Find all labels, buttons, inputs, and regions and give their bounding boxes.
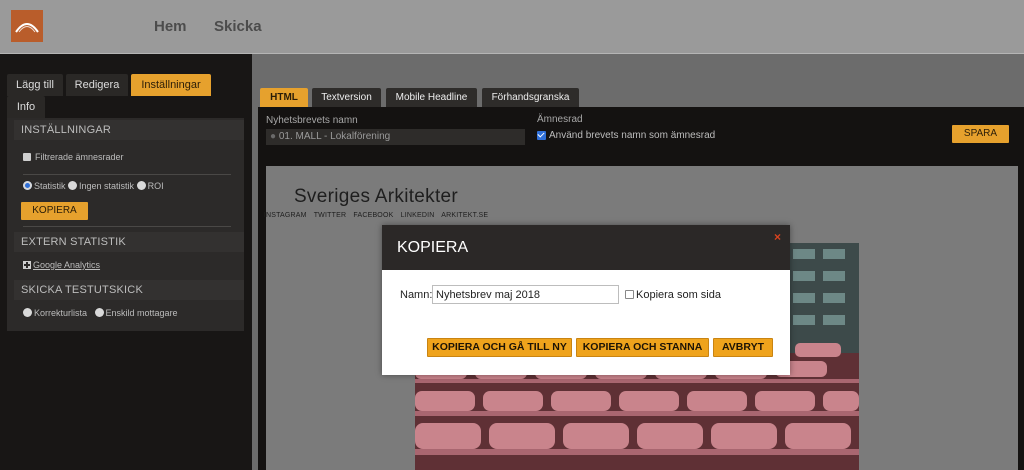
name-label: Namn: <box>400 289 433 301</box>
use-name-as-subject-checkbox[interactable] <box>537 131 546 140</box>
nav-send[interactable]: Skicka <box>214 18 262 35</box>
filtered-subjects-option[interactable]: Filtrerade ämnesrader <box>23 152 124 162</box>
circle-icon: ● <box>270 131 277 142</box>
filtered-subjects-checkbox[interactable] <box>23 153 31 161</box>
single-recipient-label: Enskild mottagare <box>105 308 178 318</box>
copy-dialog: KOPIERA × Namn: Kopiera som sida KOPIERA… <box>382 225 790 375</box>
dialog-title: KOPIERA <box>397 239 469 256</box>
social-links: INSTAGRAM TWITTER FACEBOOK LINKEDIN ARKI… <box>263 212 489 219</box>
nav-home[interactable]: Hem <box>154 18 187 35</box>
tab-info[interactable]: Info <box>7 96 45 118</box>
logo[interactable] <box>11 10 43 42</box>
subject-label: Ämnesrad <box>537 114 583 125</box>
settings-panel: INSTÄLLNINGAR Filtrerade ämnesrader Stat… <box>7 118 244 331</box>
use-name-as-subject-label: Använd brevets namn som ämnesrad <box>549 130 716 141</box>
divider <box>23 226 231 227</box>
copy-and-stay-button[interactable]: KOPIERA OCH STANNA <box>576 338 709 357</box>
send-test-heading: SKICKA TESTUTSKICK <box>14 280 244 300</box>
google-analytics-link[interactable]: Google Analytics <box>23 260 100 270</box>
single-recipient-radio[interactable] <box>94 308 104 317</box>
google-analytics-label: Google Analytics <box>33 260 101 270</box>
filtered-subjects-label: Filtrerade ämnesrader <box>35 152 124 162</box>
newsletter-name-field[interactable]: ● 01. MALL - Lokalförening <box>266 129 525 145</box>
tab-edit[interactable]: Redigera <box>66 74 128 96</box>
proofread-label: Korrekturlista <box>34 308 88 318</box>
tab-html[interactable]: HTML <box>260 88 308 107</box>
tab-text-version[interactable]: Textversion <box>312 88 381 107</box>
copy-as-page-checkbox[interactable] <box>625 290 634 299</box>
top-bar: Hem Skicka <box>0 0 1024 54</box>
test-options: Korrekturlista Enskild mottagare <box>23 308 178 318</box>
divider <box>23 174 231 175</box>
arch-logo-icon <box>15 23 39 33</box>
dialog-header: KOPIERA × <box>382 225 790 270</box>
copy-and-go-to-new-button[interactable]: KOPIERA OCH GÅ TILL NY <box>427 338 572 357</box>
left-panel: Lägg till Redigera Inställningar Info IN… <box>0 54 252 470</box>
tab-mobile-headline[interactable]: Mobile Headline <box>386 88 477 107</box>
tab-preview[interactable]: Förhandsgranska <box>482 88 579 107</box>
newsletter-name-label: Nyhetsbrevets namn <box>266 115 358 126</box>
tab-settings[interactable]: Inställningar <box>131 74 211 96</box>
plus-icon <box>23 261 31 269</box>
newsletter-title: Sveriges Arkitekter <box>293 186 459 207</box>
newsletter-name-value: 01. MALL - Lokalförening <box>278 131 391 142</box>
close-icon[interactable]: × <box>774 230 781 244</box>
settings-heading: INSTÄLLNINGAR <box>14 120 244 140</box>
external-statistics-heading: EXTERN STATISTIK <box>14 232 244 252</box>
copy-as-page-label: Kopiera som sida <box>636 289 721 301</box>
save-button[interactable]: SPARA <box>952 125 1009 143</box>
proofread-radio[interactable] <box>23 308 32 317</box>
cancel-button[interactable]: AVBRYT <box>713 338 773 357</box>
tab-add[interactable]: Lägg till <box>7 74 63 96</box>
name-input[interactable] <box>432 285 619 304</box>
